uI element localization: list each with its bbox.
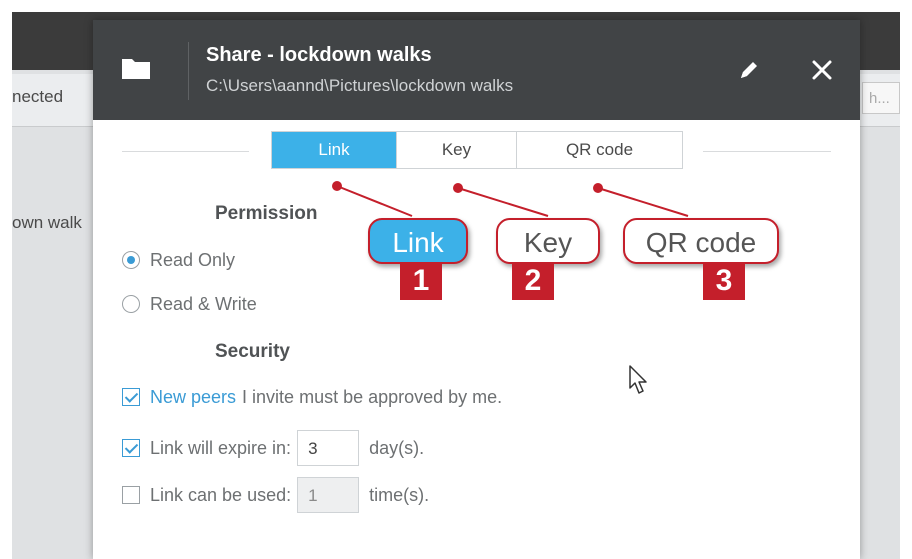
tab-key[interactable]: Key <box>397 132 517 168</box>
background-status-text: nected <box>12 87 64 106</box>
link-expire-option[interactable]: Link will expire in: 3 day(s). <box>122 430 424 466</box>
close-icon[interactable] <box>806 54 838 86</box>
tab-link[interactable]: Link <box>272 132 397 168</box>
approve-peers-option[interactable]: New peers I invite must be approved by m… <box>122 385 502 409</box>
dialog-title: Share - lockdown walks <box>206 44 432 66</box>
approve-peers-checkbox[interactable] <box>122 388 140 406</box>
pencil-icon[interactable] <box>734 55 764 85</box>
link-uses-label: Link can be used: <box>150 484 292 505</box>
expire-days-input[interactable]: 3 <box>297 430 360 466</box>
read-only-radio[interactable] <box>122 251 140 269</box>
tabs-divider-left <box>122 151 249 152</box>
annotation-number-2: 2 <box>512 262 554 300</box>
tabs-divider-right <box>703 151 831 152</box>
read-write-label: Read & Write <box>150 293 257 314</box>
read-only-label: Read Only <box>150 249 236 270</box>
permission-read-write[interactable]: Read & Write <box>122 292 257 316</box>
annotation-number-3: 3 <box>703 262 745 300</box>
read-write-radio[interactable] <box>122 295 140 313</box>
annotation-qr-callout: QR code <box>623 218 779 264</box>
uses-count-unit: time(s). <box>369 484 430 505</box>
approve-peers-text: I invite must be approved by me. <box>242 386 503 407</box>
new-peers-link[interactable]: New peers <box>150 387 236 408</box>
annotation-link-callout: Link <box>368 218 468 264</box>
tab-qr-code[interactable]: QR code <box>517 132 682 168</box>
dialog-header: Share - lockdown walks C:\Users\aannd\Pi… <box>93 20 860 120</box>
share-mode-tabs: Link Key QR code <box>271 131 683 169</box>
link-uses-checkbox[interactable] <box>122 486 140 504</box>
link-uses-option[interactable]: Link can be used: 1 time(s). <box>122 477 429 513</box>
dialog-path: C:\Users\aannd\Pictures\lockdown walks <box>206 76 514 95</box>
folder-icon <box>122 59 150 79</box>
mouse-cursor-icon <box>629 365 647 394</box>
background-list-item[interactable]: own walk <box>12 213 82 233</box>
link-expire-label: Link will expire in: <box>150 437 292 458</box>
background-search-input[interactable]: h... <box>862 82 900 114</box>
annotation-number-1: 1 <box>400 262 442 300</box>
annotation-key-callout: Key <box>496 218 600 264</box>
header-divider <box>188 42 189 100</box>
security-heading: Security <box>215 341 290 362</box>
permission-heading: Permission <box>215 203 318 224</box>
expire-days-unit: day(s). <box>369 437 425 458</box>
uses-count-input[interactable]: 1 <box>297 477 360 513</box>
permission-read-only[interactable]: Read Only <box>122 248 235 272</box>
link-expire-checkbox[interactable] <box>122 439 140 457</box>
